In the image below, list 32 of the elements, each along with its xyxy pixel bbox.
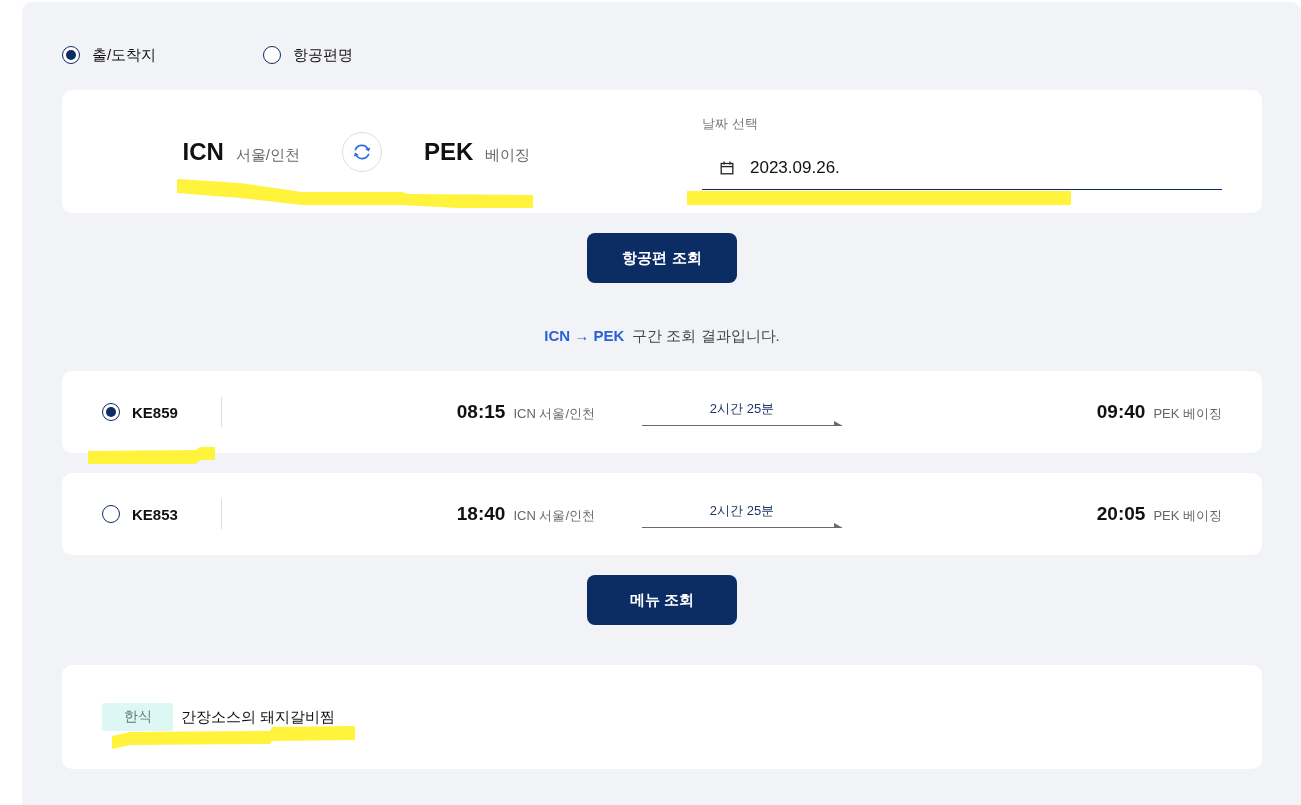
search-mode-option[interactable]: 항공편명	[263, 46, 353, 64]
arrival-airport: PEK 베이징	[1153, 507, 1222, 525]
search-menu-button[interactable]: 메뉴 조회	[587, 575, 737, 625]
radio-icon[interactable]	[102, 505, 120, 523]
radio-icon[interactable]	[102, 403, 120, 421]
origin-code: ICN	[182, 137, 224, 166]
arrival-time: 20:05	[1096, 503, 1146, 525]
result-message: 구간 조회 결과입니다.	[632, 327, 780, 344]
calendar-icon	[720, 161, 734, 175]
departure-time: 08:15	[456, 401, 506, 423]
radio-icon[interactable]	[62, 46, 80, 64]
menu-item-name: 간장소스의 돼지갈비찜	[181, 707, 336, 727]
result-route: ICN → PEK	[544, 327, 625, 344]
swap-button[interactable]	[342, 131, 382, 172]
search-flights-button[interactable]: 항공편 조회	[587, 233, 737, 283]
departure-airport: ICN 서울/인천	[513, 507, 595, 525]
destination-city: 베이징	[485, 145, 531, 165]
arrival-airport: PEK 베이징	[1153, 405, 1222, 423]
destination-code: PEK	[424, 137, 474, 166]
departure-airport: ICN 서울/인천	[513, 405, 595, 423]
arrival-time: 09:40	[1096, 401, 1146, 423]
date-field[interactable]: 2023.09.26.	[702, 147, 1222, 190]
flight-duration: 2시간 25분	[709, 502, 775, 519]
departure-time: 18:40	[456, 503, 506, 525]
radio-icon[interactable]	[263, 46, 281, 64]
date-label: 날짜 선택	[702, 115, 759, 133]
origin-city: 서울/인천	[235, 145, 300, 165]
search-mode-option[interactable]: 출/도착지	[62, 46, 263, 64]
category-tag: 한식	[102, 703, 173, 731]
flight-number: KE853	[132, 505, 178, 523]
flight-duration: 2시간 25분	[709, 400, 775, 417]
flight-number: KE859	[132, 403, 178, 421]
